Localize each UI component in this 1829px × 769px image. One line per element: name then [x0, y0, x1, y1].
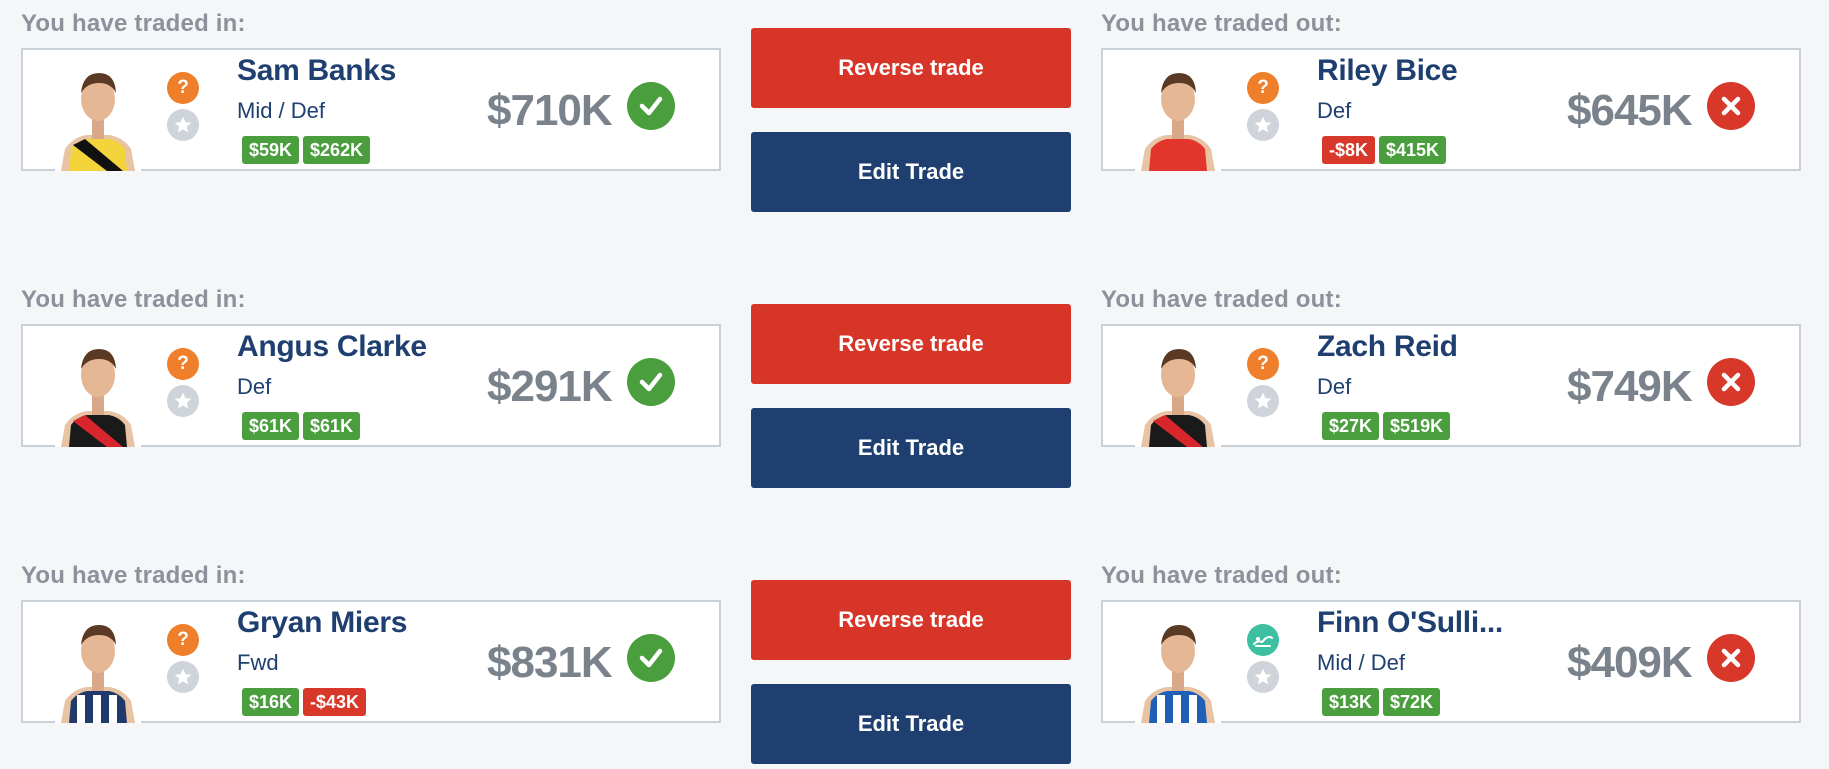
player-price: $409K [1567, 638, 1693, 687]
price-change-tag: $59K [242, 136, 300, 164]
price-change-tags: $13K $72K [1322, 688, 1441, 716]
player-name[interactable]: Riley Bice [1317, 54, 1458, 88]
traded-out-label: You have traded out: [1101, 10, 1342, 37]
player-photo [1135, 609, 1221, 723]
edit-trade-button[interactable]: Edit Trade [751, 408, 1071, 488]
question-icon[interactable]: ? [167, 624, 199, 656]
star-icon[interactable] [167, 109, 199, 141]
traded-out-player-card[interactable]: Finn O'Sulli... Mid / Def $13K $72K $409K [1101, 600, 1801, 723]
traded-in-label: You have traded in: [21, 562, 246, 589]
player-price: $831K [487, 638, 613, 687]
question-icon[interactable]: ? [167, 72, 199, 104]
price-change-tag: $16K [242, 688, 300, 716]
traded-out-label: You have traded out: [1101, 286, 1342, 313]
price-change-tag: -$8K [1322, 136, 1376, 164]
player-price: $291K [487, 362, 613, 411]
reverse-trade-button[interactable]: Reverse trade [751, 580, 1071, 660]
traded-in-player-card[interactable]: ? Gryan Miers Fwd $16K -$43K $831K [21, 600, 721, 723]
price-change-tag: $415K [1379, 136, 1447, 164]
cross-icon [1707, 634, 1755, 682]
player-name[interactable]: Angus Clarke [237, 330, 427, 364]
traded-in-player-card[interactable]: ? Sam Banks Mid / Def $59K $262K $710K [21, 48, 721, 171]
player-name[interactable]: Sam Banks [237, 54, 396, 88]
price-change-tags: $61K $61K [242, 412, 361, 440]
star-icon[interactable] [1247, 109, 1279, 141]
player-price: $645K [1567, 86, 1693, 135]
traded-out-label: You have traded out: [1101, 562, 1342, 589]
price-change-tag: $72K [1383, 688, 1441, 716]
player-photo [55, 57, 141, 171]
player-position: Mid / Def [237, 98, 326, 123]
traded-in-label: You have traded in: [21, 286, 246, 313]
player-position: Fwd [237, 650, 279, 675]
edit-trade-button[interactable]: Edit Trade [751, 684, 1071, 764]
player-position: Mid / Def [1317, 650, 1406, 675]
price-change-tags: $27K $519K [1322, 412, 1451, 440]
star-icon[interactable] [1247, 661, 1279, 693]
player-name[interactable]: Finn O'Sulli... [1317, 606, 1503, 640]
price-change-tag: $13K [1322, 688, 1380, 716]
player-price: $710K [487, 86, 613, 135]
price-change-tags: $59K $262K [242, 136, 371, 164]
bye-icon[interactable] [1247, 624, 1279, 656]
cross-icon [1707, 82, 1755, 130]
star-icon[interactable] [167, 385, 199, 417]
player-photo [1135, 333, 1221, 447]
reverse-trade-button[interactable]: Reverse trade [751, 304, 1071, 384]
player-position: Def [1317, 98, 1352, 123]
player-price: $749K [1567, 362, 1693, 411]
check-icon [627, 82, 675, 130]
question-icon[interactable]: ? [1247, 348, 1279, 380]
price-change-tags: -$8K $415K [1322, 136, 1447, 164]
player-name[interactable]: Gryan Miers [237, 606, 407, 640]
player-position: Def [237, 374, 272, 399]
trade-row: You have traded in: You have traded out:… [0, 276, 1829, 488]
price-change-tag: -$43K [303, 688, 367, 716]
player-name[interactable]: Zach Reid [1317, 330, 1458, 364]
price-change-tag: $61K [242, 412, 300, 440]
player-photo [55, 333, 141, 447]
cross-icon [1707, 358, 1755, 406]
price-change-tag: $519K [1383, 412, 1451, 440]
player-position: Def [1317, 374, 1352, 399]
reverse-trade-button[interactable]: Reverse trade [751, 28, 1071, 108]
player-photo [55, 609, 141, 723]
edit-trade-button[interactable]: Edit Trade [751, 132, 1071, 212]
price-change-tag: $262K [303, 136, 371, 164]
price-change-tags: $16K -$43K [242, 688, 367, 716]
check-icon [627, 358, 675, 406]
star-icon[interactable] [167, 661, 199, 693]
traded-in-player-card[interactable]: ? Angus Clarke Def $61K $61K $291K [21, 324, 721, 447]
traded-out-player-card[interactable]: ? Riley Bice Def -$8K $415K $645K [1101, 48, 1801, 171]
question-icon[interactable]: ? [1247, 72, 1279, 104]
check-icon [627, 634, 675, 682]
price-change-tag: $61K [303, 412, 361, 440]
price-change-tag: $27K [1322, 412, 1380, 440]
traded-out-player-card[interactable]: ? Zach Reid Def $27K $519K $749K [1101, 324, 1801, 447]
question-icon[interactable]: ? [167, 348, 199, 380]
star-icon[interactable] [1247, 385, 1279, 417]
player-photo [1135, 57, 1221, 171]
trade-row: You have traded in: You have traded out:… [0, 0, 1829, 212]
trade-row: You have traded in: You have traded out:… [0, 552, 1829, 764]
traded-in-label: You have traded in: [21, 10, 246, 37]
